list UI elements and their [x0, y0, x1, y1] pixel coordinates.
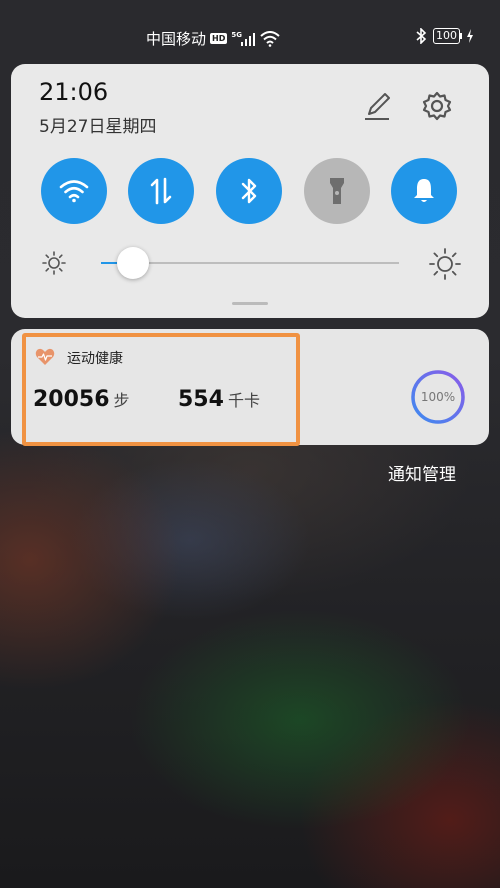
data-arrows-icon	[150, 177, 172, 205]
mobile-data-toggle[interactable]	[128, 158, 194, 224]
hd-badge: HD	[210, 33, 228, 44]
edit-icon[interactable]	[361, 90, 393, 122]
flashlight-toggle[interactable]	[304, 158, 370, 224]
battery-indicator: 100	[433, 28, 462, 44]
signal-icon	[240, 32, 255, 46]
notification-management-button[interactable]: 通知管理	[388, 460, 456, 485]
brightness-slider-thumb[interactable]	[116, 247, 149, 279]
charging-icon	[467, 29, 473, 43]
wifi-toggle[interactable]	[41, 158, 107, 224]
progress-label: 100%	[420, 390, 456, 404]
quick-settings-panel: 21:06 5月27日星期四	[11, 64, 489, 318]
status-bar: 中国移动 HD 5G 100	[0, 24, 500, 52]
sound-toggle[interactable]	[391, 158, 457, 224]
carrier-name: 中国移动	[146, 30, 207, 48]
clock-date: 5月27日星期四	[39, 117, 157, 137]
wifi-icon	[59, 180, 89, 203]
bluetooth-status-icon	[416, 28, 427, 44]
status-bar-center: 中国移动 HD 5G	[146, 28, 280, 49]
highlight-box	[22, 333, 300, 446]
panel-drag-handle[interactable]	[232, 302, 268, 305]
gear-icon[interactable]	[421, 90, 453, 122]
wifi-status-icon	[260, 30, 280, 47]
status-bar-right: 100	[415, 28, 474, 44]
bell-icon	[414, 179, 434, 202]
brightness-low-icon	[42, 251, 66, 275]
clock-time: 21:06	[39, 78, 109, 106]
brightness-high-icon	[429, 248, 461, 280]
bluetooth-toggle[interactable]	[216, 158, 282, 224]
flashlight-icon	[330, 178, 344, 204]
bluetooth-icon	[241, 178, 257, 204]
